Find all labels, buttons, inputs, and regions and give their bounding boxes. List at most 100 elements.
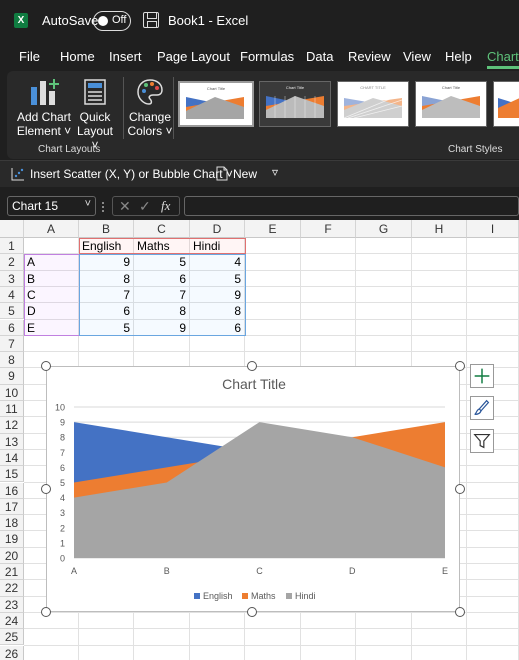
chart-style-2[interactable]: Chart Title (259, 81, 331, 127)
legend-label[interactable]: English (203, 591, 233, 601)
plus-chart-button[interactable] (470, 364, 494, 388)
table-cell[interactable]: 6 (190, 320, 241, 336)
row-label-cell[interactable]: A (27, 254, 35, 270)
row-header[interactable]: 17 (0, 498, 24, 516)
row-header[interactable]: 23 (0, 596, 24, 613)
resize-handle[interactable] (247, 361, 257, 371)
column-header[interactable]: E (245, 220, 301, 238)
row-header[interactable]: 9 (0, 368, 24, 385)
legend-label[interactable]: Maths (251, 591, 276, 601)
row-header[interactable]: 16 (0, 482, 24, 499)
column-header[interactable]: G (356, 220, 412, 238)
table-cell[interactable]: 6 (79, 303, 130, 319)
table-cell[interactable]: 9 (190, 287, 241, 303)
table-cell[interactable]: 9 (134, 320, 186, 336)
table-cell[interactable]: 8 (134, 303, 186, 319)
row-header[interactable]: 7 (0, 335, 24, 353)
chart-title[interactable]: Chart Title (222, 376, 286, 392)
tab-page-layout[interactable]: Page Layout (157, 49, 230, 64)
insert-scatter-button[interactable]: Insert Scatter (X, Y) or Bubble Chart ˅ (30, 167, 233, 181)
table-cell[interactable]: 5 (190, 271, 241, 287)
chart-style-3[interactable]: CHART TITLE (337, 81, 409, 127)
chart-style-4[interactable]: Chart Title (415, 81, 487, 127)
resize-handle[interactable] (247, 607, 257, 617)
table-header-cell[interactable]: Maths (137, 238, 170, 254)
row-header[interactable]: 14 (0, 449, 24, 467)
chevron-down-icon[interactable]: ▿ (272, 165, 278, 179)
cancel-icon[interactable]: ✕ (119, 198, 131, 215)
table-cell[interactable]: 8 (79, 271, 130, 287)
row-label-cell[interactable]: E (27, 320, 35, 336)
tab-insert[interactable]: Insert (109, 49, 142, 64)
name-box[interactable]: Chart 15 ˅ (7, 196, 96, 216)
row-label-cell[interactable]: D (27, 303, 36, 319)
chevron-down-icon[interactable]: ˅ (85, 198, 91, 210)
table-cell[interactable]: 5 (79, 320, 130, 336)
table-header-cell[interactable]: English (82, 238, 121, 254)
table-cell[interactable]: 7 (79, 287, 130, 303)
quick-layout-button[interactable]: Quick Layout ˅ (73, 77, 117, 152)
column-header[interactable]: A (24, 220, 79, 238)
table-cell[interactable]: 9 (79, 254, 130, 270)
row-header[interactable]: 6 (0, 319, 24, 336)
column-header[interactable]: H (412, 220, 467, 238)
area-chart[interactable]: Chart Title 0 1 2 3 4 5 6 7 8 9 10 A B C D E English Maths… (46, 366, 460, 612)
table-header-cell[interactable]: Hindi (193, 238, 220, 254)
row-header[interactable]: 4 (0, 286, 24, 304)
row-header[interactable]: 8 (0, 352, 24, 369)
insert-function-icon[interactable]: fx (161, 198, 170, 214)
row-label-cell[interactable]: B (27, 271, 35, 287)
row-header[interactable]: 1 (0, 238, 24, 255)
select-all-corner[interactable] (0, 220, 24, 238)
brush-chart-button[interactable] (470, 396, 494, 420)
tab-review[interactable]: Review (348, 49, 391, 64)
column-header[interactable]: I (467, 220, 519, 238)
table-cell[interactable]: 6 (134, 271, 186, 287)
resize-handle[interactable] (41, 607, 51, 617)
row-header[interactable]: 26 (0, 645, 24, 660)
row-header[interactable]: 25 (0, 629, 24, 646)
enter-icon[interactable]: ✓ (139, 198, 151, 215)
table-cell[interactable]: 8 (190, 303, 241, 319)
row-header[interactable]: 11 (0, 401, 24, 418)
tab-view[interactable]: View (403, 49, 431, 64)
column-header[interactable]: B (79, 220, 134, 238)
row-header[interactable]: 24 (0, 612, 24, 630)
autosave-toggle[interactable]: Off (93, 11, 131, 31)
row-header[interactable]: 18 (0, 515, 24, 532)
resize-handle[interactable] (41, 484, 51, 494)
chart-style-1[interactable]: Chart Title (178, 81, 254, 127)
row-header[interactable]: 10 (0, 384, 24, 401)
legend-label[interactable]: Hindi (295, 591, 316, 601)
row-header[interactable]: 21 (0, 564, 24, 581)
table-cell[interactable]: 7 (134, 287, 186, 303)
add-chart-element-button[interactable]: Add Chart Element ˅ (15, 77, 73, 138)
row-header[interactable]: 22 (0, 580, 24, 597)
row-label-cell[interactable]: C (27, 287, 36, 303)
new-button[interactable]: New (233, 167, 257, 181)
column-header[interactable]: C (134, 220, 190, 238)
resize-handle[interactable] (455, 484, 465, 494)
resize-handle[interactable] (455, 607, 465, 617)
tab-home[interactable]: Home (60, 49, 95, 64)
column-header[interactable]: F (301, 220, 356, 238)
formula-input[interactable] (184, 196, 519, 216)
row-header[interactable]: 19 (0, 531, 24, 548)
row-header[interactable]: 20 (0, 547, 24, 564)
tab-file[interactable]: File (19, 49, 40, 64)
row-header[interactable]: 13 (0, 433, 24, 450)
row-header[interactable]: 15 (0, 466, 24, 483)
row-header[interactable]: 2 (0, 254, 24, 271)
tab-help[interactable]: Help (445, 49, 472, 64)
table-cell[interactable]: 4 (190, 254, 241, 270)
resize-handle[interactable] (455, 361, 465, 371)
resize-handle[interactable] (41, 361, 51, 371)
row-header[interactable]: 12 (0, 417, 24, 434)
save-icon[interactable] (143, 12, 159, 28)
row-header[interactable]: 5 (0, 303, 24, 320)
filter-chart-button[interactable] (470, 429, 494, 453)
change-colors-button[interactable]: Change Colors ˅ (127, 77, 173, 138)
tab-data[interactable]: Data (306, 49, 333, 64)
tab-formulas[interactable]: Formulas (240, 49, 294, 64)
chart-style-5[interactable] (493, 81, 519, 127)
